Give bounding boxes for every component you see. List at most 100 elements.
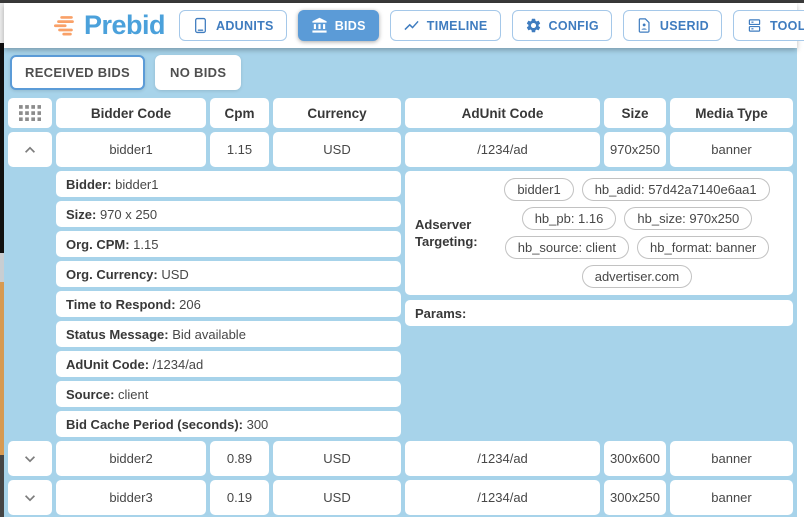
bid-filters: RECEIVED BIDS NO BIDS xyxy=(10,55,793,90)
bid-cell-media-type: banner xyxy=(670,132,793,167)
column-header: Cpm xyxy=(210,98,269,128)
bid-cell-size: 970x250 xyxy=(604,132,666,167)
filter-button-received-bids[interactable]: RECEIVED BIDS xyxy=(10,55,145,90)
bid-detail-field: Size: 970 x 250 xyxy=(56,201,401,227)
tablet-icon xyxy=(192,17,209,34)
bid-cell-currency: USD xyxy=(273,441,401,476)
bids-panel: RECEIVED BIDS NO BIDS Bidder CodeCpmCurre… xyxy=(4,48,797,517)
page-edge-right xyxy=(797,3,804,517)
nav-tab-userid[interactable]: USERID xyxy=(623,10,722,41)
targeting-chip: bidder1 xyxy=(504,178,573,201)
params-label: Params: xyxy=(415,306,466,321)
chevron-down-icon xyxy=(20,488,40,508)
nav-tab-adunits[interactable]: ADUNITS xyxy=(179,10,287,41)
bid-cell-size: 300x600 xyxy=(604,441,666,476)
bid-cell-cpm: 1.15 xyxy=(210,132,269,167)
brand-name: Prebid xyxy=(84,12,165,39)
targeting-chips: bidder1 hb_adid: 57d42a7140e6aa1 hb_pb: 1.… xyxy=(491,178,783,288)
nav-tab-config[interactable]: CONFIG xyxy=(512,10,612,41)
field-label: Time to Respond: xyxy=(66,297,176,312)
field-value: 1.15 xyxy=(130,237,159,252)
bid-detail-field: Time to Respond: 206 xyxy=(56,291,401,317)
bid-cell-cpm: 0.19 xyxy=(210,480,269,515)
bank-icon xyxy=(311,17,328,34)
field-label: Status Message: xyxy=(66,327,169,342)
row-expander-button[interactable] xyxy=(8,132,52,167)
nav-tab-timeline[interactable]: TIMELINE xyxy=(390,10,501,41)
field-label: Source: xyxy=(66,387,114,402)
targeting-chip: hb_pb: 1.16 xyxy=(522,207,617,230)
bid-detail-field: Bidder: bidder1 xyxy=(56,171,401,197)
nav-tab-label-userid: USERID xyxy=(660,19,709,33)
column-header: AdUnit Code xyxy=(405,98,600,128)
chevron-up-icon xyxy=(20,140,40,160)
field-label: Bidder: xyxy=(66,177,112,192)
column-header: Size xyxy=(604,98,666,128)
bid-detail-field: Org. Currency: USD xyxy=(56,261,401,287)
grid-icon xyxy=(19,105,41,121)
bid-cell-adunit-code: /1234/ad xyxy=(405,132,600,167)
nav-tab-label-timeline: TIMELINE xyxy=(427,19,488,33)
field-label: Size: xyxy=(66,207,96,222)
bid-cell-adunit-code: /1234/ad xyxy=(405,480,600,515)
params-box: Params: xyxy=(405,300,793,326)
column-selector-button[interactable] xyxy=(8,98,52,128)
bid-detail-fields: Bidder: bidder1 Size: 970 x 250 Org. CPM: … xyxy=(56,171,401,437)
prebid-lines-icon xyxy=(54,16,77,36)
targeting-chip: hb_size: 970x250 xyxy=(624,207,752,230)
bid-cell-size: 300x250 xyxy=(604,480,666,515)
adserver-targeting-box: Adserver Targeting: bidder1 hb_adid: 57d42… xyxy=(405,171,793,295)
field-value: Bid available xyxy=(169,327,246,342)
bid-detail-field: Source: client xyxy=(56,381,401,407)
field-value: 970 x 250 xyxy=(96,207,157,222)
bid-cell-bidder-code: bidder3 xyxy=(56,480,206,515)
prebid-logo: Prebid xyxy=(54,12,165,39)
bid-cell-media-type: banner xyxy=(670,441,793,476)
nav-tab-label-adunits: ADUNITS xyxy=(216,19,274,33)
top-navbar: Prebid ADUNITSBIDSTIMELINECONFIGUSERIDTO… xyxy=(4,3,797,48)
filter-button-no-bids[interactable]: NO BIDS xyxy=(155,55,241,90)
adserver-targeting-label: Adserver Targeting: xyxy=(415,216,485,250)
server-icon xyxy=(746,17,763,34)
bid-detail-field: Bid Cache Period (seconds): 300 xyxy=(56,411,401,437)
nav-tab-label-config: CONFIG xyxy=(549,19,599,33)
bid-detail-field: AdUnit Code: /1234/ad xyxy=(56,351,401,377)
nav-tab-bids[interactable]: BIDS xyxy=(298,10,379,41)
field-label: Bid Cache Period (seconds): xyxy=(66,417,243,432)
field-value: 300 xyxy=(243,417,268,432)
nav-tab-label-bids: BIDS xyxy=(335,19,366,33)
column-header: Media Type xyxy=(670,98,793,128)
field-value: USD xyxy=(158,267,189,282)
targeting-chip: advertiser.com xyxy=(582,265,693,288)
nav-tab-tools[interactable]: TOOLS xyxy=(733,10,804,41)
trend-icon xyxy=(403,17,420,34)
field-value: 206 xyxy=(176,297,201,312)
field-value: client xyxy=(114,387,148,402)
bid-cell-media-type: banner xyxy=(670,480,793,515)
field-value: /1234/ad xyxy=(149,357,203,372)
nav-tabs: ADUNITS BIDS TIMELINE CONFIG USERID TOOLS xyxy=(179,10,804,41)
bids-table: Bidder CodeCpmCurrencyAdUnit CodeSizeMed… xyxy=(8,98,793,515)
contact-icon xyxy=(636,17,653,34)
nav-tab-label-tools: TOOLS xyxy=(770,19,804,33)
bid-cell-currency: USD xyxy=(273,480,401,515)
bid-detail-field: Status Message: Bid available xyxy=(56,321,401,347)
column-header: Bidder Code xyxy=(56,98,206,128)
gear-icon xyxy=(525,17,542,34)
field-label: AdUnit Code: xyxy=(66,357,149,372)
bid-detail-field: Org. CPM: 1.15 xyxy=(56,231,401,257)
targeting-chip: hb_source: client xyxy=(505,236,629,259)
bid-detail-targeting-column: Adserver Targeting: bidder1 hb_adid: 57d42… xyxy=(405,171,793,437)
bid-cell-bidder-code: bidder1 xyxy=(56,132,206,167)
bid-cell-currency: USD xyxy=(273,132,401,167)
row-expander-button[interactable] xyxy=(8,480,52,515)
field-label: Org. CPM: xyxy=(66,237,130,252)
targeting-chip: hb_format: banner xyxy=(637,236,769,259)
bid-cell-adunit-code: /1234/ad xyxy=(405,441,600,476)
row-expander-button[interactable] xyxy=(8,441,52,476)
field-value: bidder1 xyxy=(112,177,159,192)
targeting-chip: hb_adid: 57d42a7140e6aa1 xyxy=(582,178,770,201)
bid-cell-bidder-code: bidder2 xyxy=(56,441,206,476)
professor-prebid-popup: Prebid ADUNITS BIDS TIMELINE CONFIG USERID TO… xyxy=(0,0,804,517)
field-label: Org. Currency: xyxy=(66,267,158,282)
